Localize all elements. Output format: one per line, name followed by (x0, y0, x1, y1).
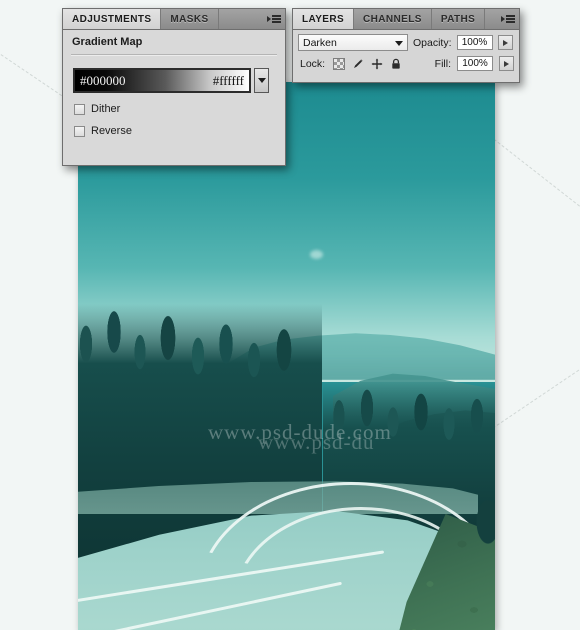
layers-tabbar: LAYERS CHANNELS PATHS (293, 9, 519, 30)
adjustments-tabbar: ADJUSTMENTS MASKS (63, 9, 285, 30)
blend-mode-value: Darken (303, 36, 337, 49)
roadside-bush (470, 486, 495, 556)
chevron-down-icon (395, 40, 403, 46)
chevron-right-icon (502, 39, 508, 46)
panel-menu-icon[interactable] (497, 9, 519, 29)
chevron-down-icon (257, 78, 266, 83)
sun-glow (310, 250, 323, 259)
adjustments-panel[interactable]: ADJUSTMENTS MASKS Gradient Map #000000 #… (62, 8, 286, 166)
gradient-preview[interactable]: #000000 #ffffff (73, 68, 251, 93)
tab-paths[interactable]: PATHS (431, 9, 486, 29)
lock-label: Lock: (300, 57, 326, 70)
fill-label: Fill: (434, 57, 451, 70)
lock-position-icon[interactable] (371, 58, 383, 70)
tabbar-filler (218, 9, 263, 29)
layers-panel[interactable]: LAYERS CHANNELS PATHS Darken Opacity: 10… (292, 8, 520, 83)
tabbar-filler (485, 9, 497, 29)
fill-input[interactable]: 100% (457, 56, 493, 71)
gradient-end-hex: #ffffff (212, 72, 244, 88)
panel-menu-glyph (267, 15, 281, 23)
reverse-label: Reverse (91, 125, 132, 137)
reverse-option-row[interactable]: Reverse (63, 115, 285, 137)
panel-menu-icon[interactable] (263, 9, 285, 29)
gradient-start-hex: #000000 (80, 72, 126, 88)
opacity-label: Opacity: (413, 36, 452, 49)
dither-label: Dither (91, 103, 121, 115)
lock-all-icon[interactable] (390, 58, 402, 70)
lock-image-icon[interactable] (352, 58, 364, 70)
lock-row: Lock: Fill: 100% (293, 51, 519, 71)
lock-transparency-icon[interactable] (333, 57, 346, 70)
blend-mode-select[interactable]: Darken (298, 34, 408, 51)
opacity-slider-button[interactable] (497, 35, 513, 50)
reverse-checkbox[interactable] (74, 125, 85, 137)
tab-channels[interactable]: CHANNELS (354, 9, 432, 29)
fill-slider-button[interactable] (499, 56, 514, 71)
tab-layers[interactable]: LAYERS (293, 9, 355, 29)
dither-checkbox[interactable] (74, 103, 85, 115)
opacity-input[interactable]: 100% (456, 35, 493, 50)
tab-adjustments[interactable]: ADJUSTMENTS (63, 9, 162, 29)
panel-menu-glyph (501, 15, 515, 23)
dither-option-row[interactable]: Dither (63, 93, 285, 115)
lock-icon-group (333, 57, 402, 70)
chevron-right-icon (504, 60, 509, 67)
blend-opacity-row: Darken Opacity: 100% (293, 30, 519, 51)
gradient-editor-row: #000000 #ffffff (63, 56, 285, 93)
tab-masks[interactable]: MASKS (161, 9, 219, 29)
app-root: www.psd-dude.com www.psd-du www.psd-dude… (0, 0, 580, 630)
page-title: Gradient Map (72, 36, 143, 48)
gradient-dropdown-button[interactable] (254, 68, 269, 93)
